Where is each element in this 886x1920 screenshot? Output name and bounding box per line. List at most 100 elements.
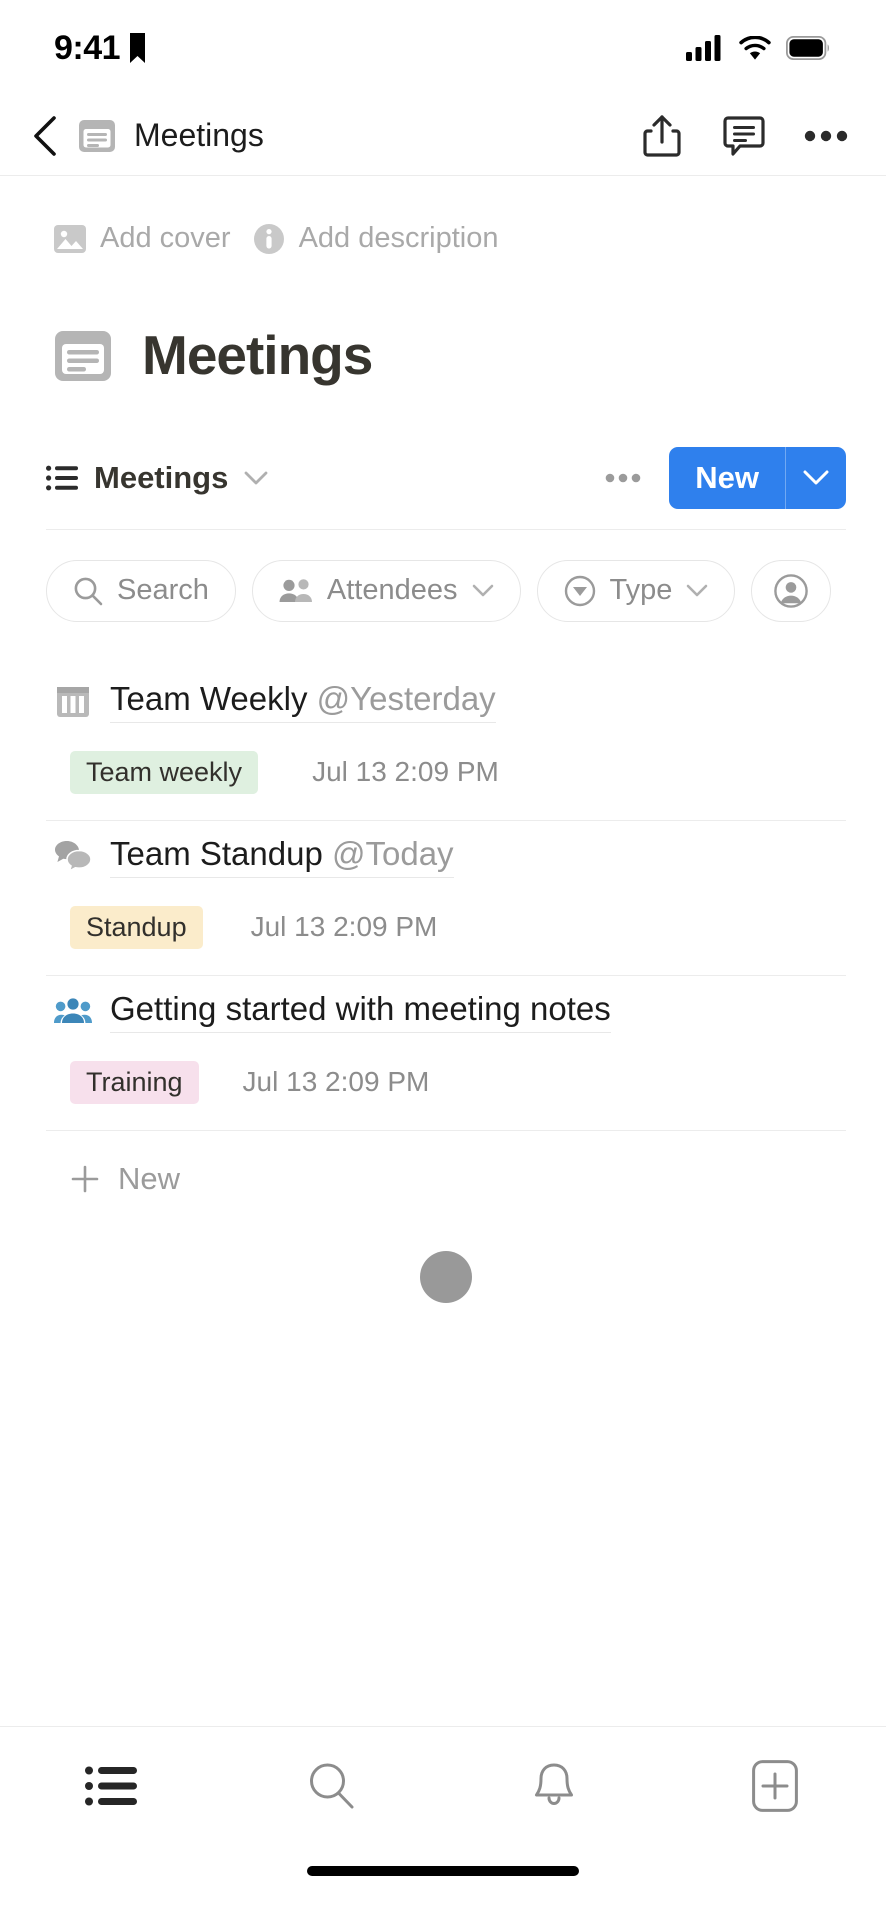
page-title: Meetings bbox=[142, 324, 373, 386]
more-options-button[interactable] bbox=[804, 114, 848, 158]
more-horizontal-icon bbox=[804, 130, 848, 141]
wifi-icon bbox=[739, 35, 771, 60]
row-mention: @Today bbox=[331, 834, 454, 872]
row-date: Jul 13 2:09 PM bbox=[312, 756, 499, 788]
loading-spinner bbox=[420, 1250, 472, 1303]
new-button-group: New bbox=[669, 446, 846, 509]
list-icon bbox=[84, 1766, 137, 1805]
meeting-rows: Team Weekly @Yesterday Team weekly Jul 1… bbox=[0, 622, 886, 1303]
view-bar: Meetings New bbox=[46, 446, 846, 530]
bookmark-icon bbox=[130, 33, 146, 63]
comment-icon bbox=[723, 115, 765, 156]
row-date: Jul 13 2:09 PM bbox=[242, 1066, 430, 1098]
filter-chips: Search Attendees Type bbox=[0, 530, 886, 622]
add-description-label: Add description bbox=[298, 222, 499, 254]
add-description-button[interactable]: Add description bbox=[253, 222, 499, 255]
row-meta: Standup Jul 13 2:09 PM bbox=[46, 888, 846, 975]
status-bar: 9:41 bbox=[0, 0, 886, 96]
table-row[interactable]: Team Weekly @Yesterday Team weekly Jul 1… bbox=[46, 666, 846, 821]
people-icon bbox=[279, 579, 312, 602]
person-avatar-icon bbox=[774, 573, 809, 608]
add-cover-label: Add cover bbox=[100, 222, 231, 254]
nav-actions bbox=[640, 114, 848, 158]
page-content: Add cover Add description Meetings Meeti… bbox=[0, 176, 886, 1726]
status-bar-left: 9:41 bbox=[54, 29, 146, 67]
chevron-down-icon bbox=[803, 470, 829, 485]
tab-list[interactable] bbox=[0, 1765, 222, 1807]
tab-create[interactable] bbox=[665, 1759, 886, 1812]
chevron-down-icon bbox=[687, 584, 708, 597]
group-people-icon bbox=[54, 992, 92, 1030]
add-new-row-button[interactable]: New bbox=[46, 1131, 846, 1197]
back-button[interactable] bbox=[22, 113, 68, 159]
attendees-chip-label: Attendees bbox=[326, 574, 458, 607]
new-button-dropdown[interactable] bbox=[786, 447, 846, 509]
speech-bubbles-icon bbox=[54, 837, 92, 875]
note-doc-icon bbox=[55, 330, 111, 381]
row-title-wrap: Team Weekly @Yesterday bbox=[110, 680, 496, 723]
row-date: Jul 13 2:09 PM bbox=[250, 911, 438, 943]
row-header: Team Standup @Today bbox=[46, 821, 846, 888]
status-badge: Team weekly bbox=[70, 750, 259, 794]
status-badge: Standup bbox=[70, 905, 203, 949]
page-meta-actions: Add cover Add description bbox=[0, 176, 886, 255]
view-tab-meetings[interactable]: Meetings bbox=[46, 460, 268, 496]
row-mention: @Yesterday bbox=[316, 679, 496, 717]
comment-button[interactable] bbox=[722, 114, 766, 158]
share-icon bbox=[643, 114, 681, 157]
new-button[interactable]: New bbox=[669, 447, 785, 509]
status-bar-right bbox=[686, 35, 830, 61]
add-new-row-label: New bbox=[118, 1160, 181, 1196]
view-options-button[interactable] bbox=[605, 472, 669, 484]
type-chip[interactable]: Type bbox=[536, 559, 736, 622]
battery-icon bbox=[786, 36, 829, 60]
page-title-row: Meetings bbox=[0, 255, 886, 385]
row-title: Team Standup @Today bbox=[110, 834, 454, 872]
row-header: Getting started with meeting notes bbox=[46, 976, 846, 1043]
search-chip[interactable]: Search bbox=[46, 559, 236, 622]
search-chip-label: Search bbox=[117, 574, 209, 607]
table-row[interactable]: Getting started with meeting notes Train… bbox=[46, 976, 846, 1131]
phone-screen: 9:41 Meetings Add cover Add description … bbox=[0, 0, 886, 1920]
circle-triangle-down-icon bbox=[564, 575, 595, 606]
person-chip[interactable] bbox=[751, 559, 832, 622]
row-title: Getting started with meeting notes bbox=[110, 989, 611, 1027]
row-title-wrap: Getting started with meeting notes bbox=[110, 990, 611, 1033]
cellular-signal-icon bbox=[686, 35, 721, 61]
loading-indicator-wrap bbox=[46, 1197, 846, 1303]
tab-notifications[interactable] bbox=[443, 1762, 665, 1810]
add-cover-button[interactable]: Add cover bbox=[54, 222, 231, 255]
image-icon bbox=[54, 224, 86, 253]
bottom-tab-bar bbox=[0, 1726, 886, 1844]
nav-bar: Meetings bbox=[0, 96, 886, 176]
view-name: Meetings bbox=[94, 459, 229, 495]
status-badge: Training bbox=[70, 1060, 199, 1104]
share-button[interactable] bbox=[640, 114, 684, 158]
calendar-icon bbox=[54, 682, 92, 720]
home-indicator bbox=[307, 1866, 579, 1876]
bell-icon bbox=[534, 1763, 573, 1805]
nav-title: Meetings bbox=[134, 117, 264, 153]
table-row[interactable]: Team Standup @Today Standup Jul 13 2:09 … bbox=[46, 821, 846, 976]
chevron-left-icon bbox=[34, 115, 56, 156]
attendees-chip[interactable]: Attendees bbox=[251, 559, 521, 622]
chevron-down-icon bbox=[472, 584, 493, 597]
row-title-wrap: Team Standup @Today bbox=[110, 835, 454, 878]
row-title: Team Weekly @Yesterday bbox=[110, 679, 496, 717]
tab-search[interactable] bbox=[222, 1762, 444, 1810]
info-icon bbox=[253, 223, 284, 254]
search-icon bbox=[310, 1763, 354, 1808]
note-doc-icon bbox=[79, 119, 115, 152]
row-header: Team Weekly @Yesterday bbox=[46, 666, 846, 733]
row-meta: Training Jul 13 2:09 PM bbox=[46, 1043, 846, 1130]
type-chip-label: Type bbox=[609, 574, 673, 607]
search-icon bbox=[74, 577, 103, 606]
plus-icon bbox=[71, 1165, 99, 1193]
home-indicator-wrap bbox=[0, 1844, 886, 1920]
chevron-down-icon bbox=[244, 471, 268, 485]
list-view-icon bbox=[46, 465, 78, 491]
status-bar-time: 9:41 bbox=[54, 29, 121, 67]
row-meta: Team weekly Jul 13 2:09 PM bbox=[46, 733, 846, 820]
plus-square-icon bbox=[752, 1759, 799, 1812]
more-horizontal-icon bbox=[605, 473, 641, 483]
